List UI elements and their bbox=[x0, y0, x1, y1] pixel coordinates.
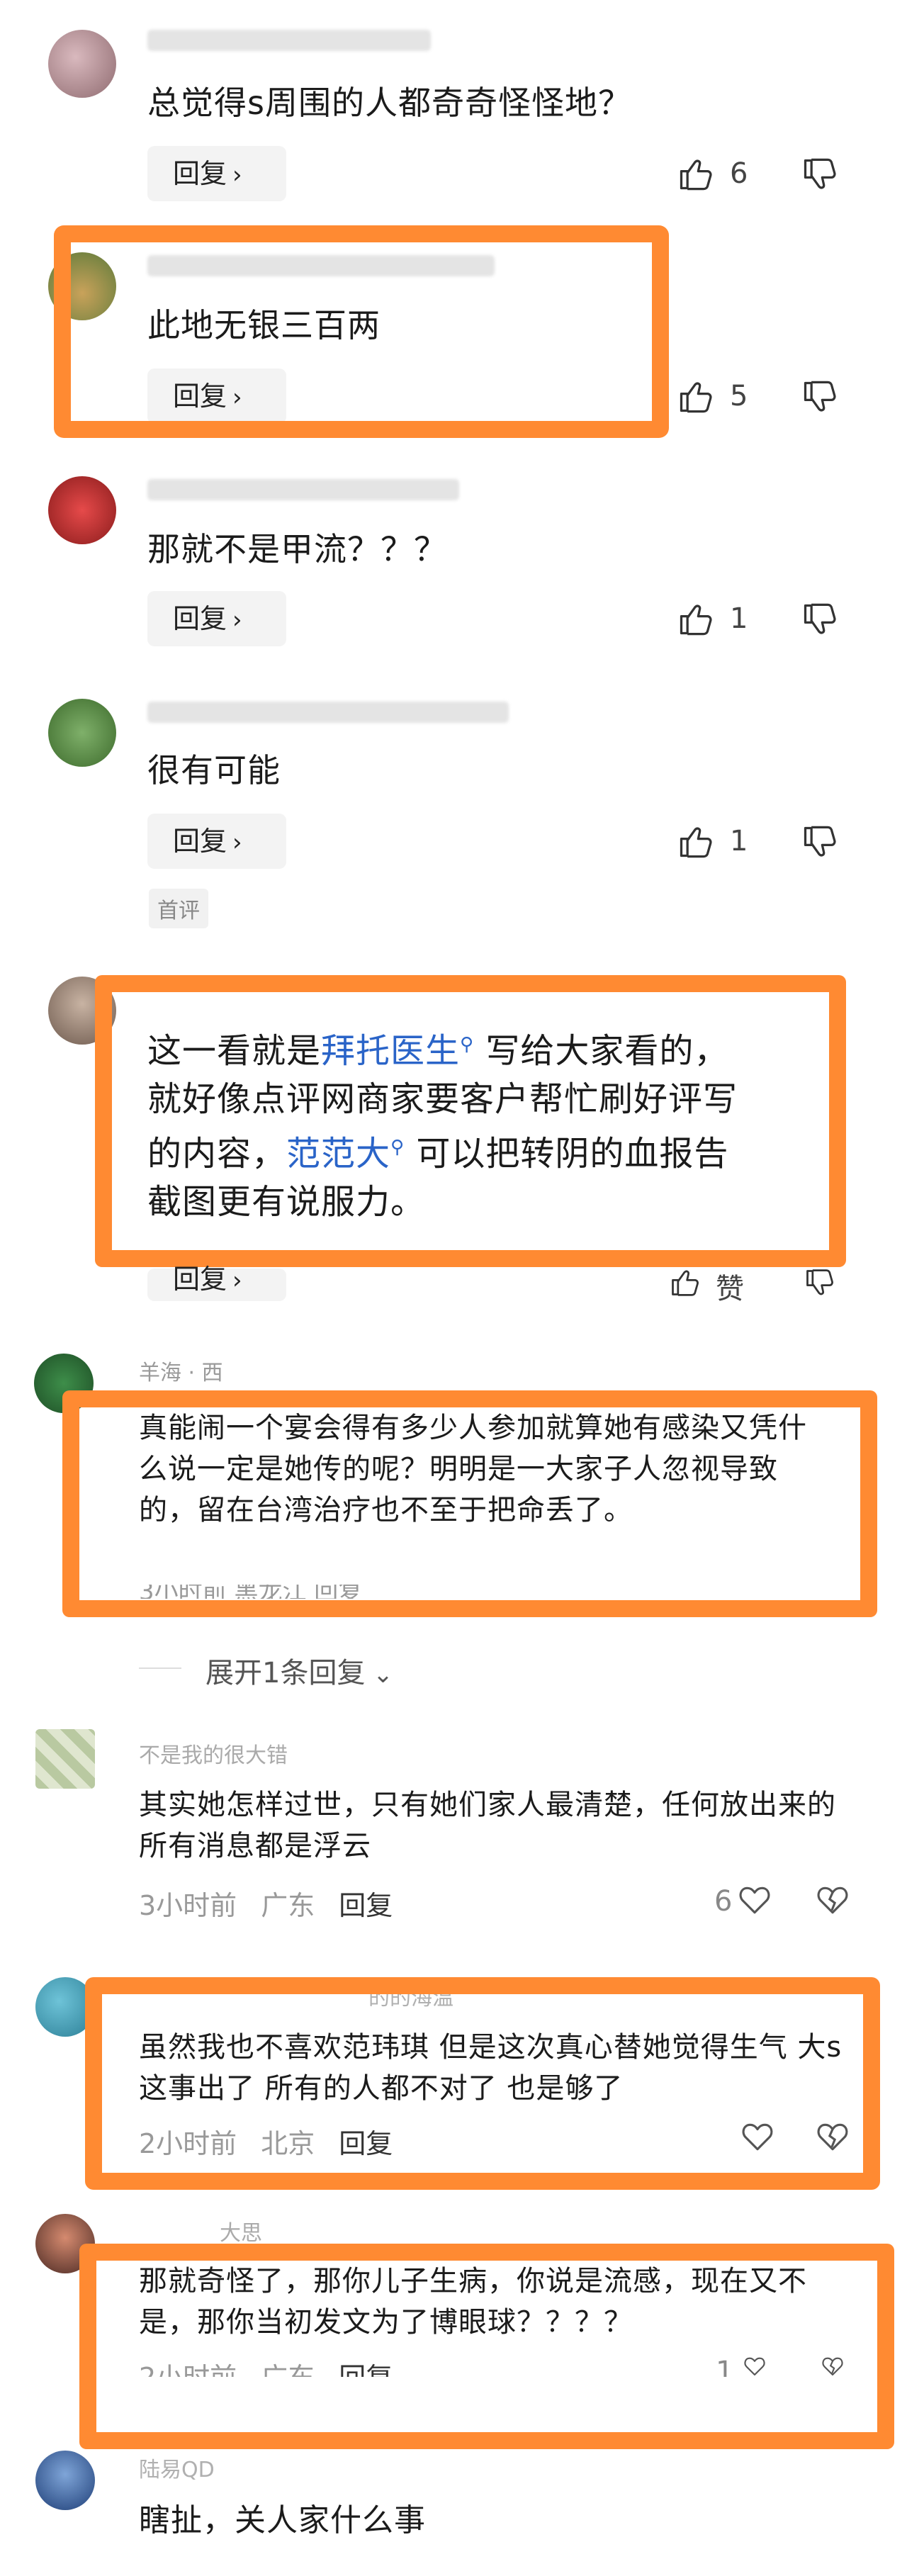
search-link[interactable]: 拜托医生⚲ bbox=[321, 1031, 474, 1071]
comment-text: 很有可能 bbox=[147, 751, 281, 789]
username[interactable]: 大思 bbox=[220, 2215, 262, 2246]
comment-text: 虽然我也不喜欢范玮琪 但是这次真心替她觉得生气 大s这事出了 所有的人都不对了 … bbox=[139, 2031, 843, 2105]
username[interactable]: 陆易QD bbox=[139, 2452, 215, 2483]
comment-meta-partial: 3小时前 黑龙江 回复 bbox=[139, 1585, 363, 1599]
thumbs-down-icon[interactable] bbox=[801, 156, 838, 193]
thumbs-up-icon[interactable] bbox=[666, 1267, 703, 1298]
heart-broken-icon[interactable] bbox=[815, 2119, 850, 2154]
avatar[interactable] bbox=[48, 30, 116, 98]
thumbs-up-icon[interactable] bbox=[677, 378, 714, 415]
reply-button[interactable]: 回复 › bbox=[147, 146, 286, 201]
heart-broken-icon[interactable] bbox=[815, 2354, 850, 2378]
like-count: 6 bbox=[714, 1885, 733, 1918]
chevron-right-icon: › bbox=[232, 606, 242, 634]
first-comment-badge: 首评 bbox=[149, 889, 208, 928]
avatar[interactable] bbox=[48, 476, 116, 544]
username-blurred bbox=[147, 702, 509, 723]
thumbs-down-icon[interactable] bbox=[801, 601, 838, 638]
like-count: 1 bbox=[716, 2356, 734, 2377]
reply-link[interactable]: 回复 bbox=[339, 2128, 393, 2159]
search-link[interactable]: 范范大⚲ bbox=[286, 1134, 405, 1174]
username[interactable]: 羊海 · 西 bbox=[139, 1355, 223, 1386]
comment-line: 这一看就是拜托医生⚲ 写给大家看的， bbox=[147, 1031, 729, 1071]
thumbs-down-icon[interactable] bbox=[801, 378, 838, 415]
search-icon: ⚲ bbox=[460, 1034, 475, 1055]
heart-broken-icon[interactable] bbox=[815, 1882, 850, 1918]
comment-text: 总觉得s周围的人都奇奇怪怪地？ bbox=[147, 84, 631, 122]
like-count: 1 bbox=[730, 602, 748, 635]
heart-icon[interactable] bbox=[740, 2119, 775, 2154]
like-count: 5 bbox=[730, 380, 748, 412]
username[interactable]: 不是我的很大错 bbox=[139, 1738, 288, 1769]
avatar[interactable] bbox=[35, 1729, 95, 1789]
reply-link[interactable]: 回复 bbox=[339, 2362, 393, 2377]
comment-text: 那就奇怪了，那你儿子生病，你说是流感，现在又不是，那你当初发文为了博眼球？？？？ bbox=[139, 2265, 807, 2339]
comment-meta: 3小时前 广东 回复 bbox=[139, 1890, 393, 1921]
comment-line: 截图更有说服力。 bbox=[147, 1182, 426, 1222]
chevron-right-icon: › bbox=[232, 828, 242, 857]
chevron-right-icon: › bbox=[232, 161, 242, 189]
like-count: 6 bbox=[730, 157, 748, 190]
comment-meta: 2小时前广东回复 bbox=[139, 2356, 393, 2377]
comment-text: 这一看就是拜托医生⚲ 写给大家看的， 就好像点评网商家要客户帮忙刷好评写 的内容… bbox=[147, 1020, 738, 1226]
reply-link[interactable]: 回复 bbox=[339, 1890, 393, 1921]
comment-text: 其实她怎样过世，只有她们家人最清楚，任何放出来的所有消息都是浮云 bbox=[139, 1789, 836, 1862]
reply-button[interactable]: 回复 › bbox=[147, 591, 286, 646]
comment-line: 的内容，范范大⚲ 可以把转阴的血报告 bbox=[147, 1134, 729, 1174]
reply-button[interactable]: 回复 › bbox=[147, 1266, 286, 1301]
comment-text: 瞎扯，关人家什么事 bbox=[139, 2502, 426, 2538]
like-label: 赞 bbox=[716, 1273, 744, 1305]
reply-button[interactable]: 回复 › bbox=[147, 814, 286, 869]
heart-icon[interactable] bbox=[737, 1882, 772, 1918]
heart-icon[interactable] bbox=[737, 2354, 772, 2378]
username-blurred bbox=[147, 30, 431, 51]
search-icon: ⚲ bbox=[390, 1137, 405, 1158]
thumbs-up-icon[interactable] bbox=[677, 823, 714, 860]
chevron-down-icon: ⌄ bbox=[365, 1660, 393, 1689]
username-blurred bbox=[147, 479, 459, 500]
thumbs-up-icon[interactable] bbox=[677, 601, 714, 638]
like-count: 1 bbox=[730, 825, 748, 857]
thumbs-down-icon[interactable] bbox=[801, 1267, 838, 1298]
chevron-right-icon: › bbox=[232, 1266, 242, 1295]
comment-text: 真能闹一个宴会得有多少人参加就算她有感染又凭什么说一定是她传的呢？明明是一大家子… bbox=[139, 1412, 807, 1526]
thumbs-up-icon[interactable] bbox=[677, 156, 714, 193]
divider-line bbox=[139, 1667, 181, 1669]
comment-meta: 2小时前 北京 回复 bbox=[139, 2128, 393, 2159]
thumbs-down-icon[interactable] bbox=[801, 823, 838, 860]
comment-text: 那就不是甲流？？？ bbox=[147, 530, 447, 568]
avatar[interactable] bbox=[48, 699, 116, 767]
expand-replies-button[interactable]: 展开1条回复 ⌄ bbox=[205, 1650, 393, 1691]
highlight-box bbox=[54, 225, 669, 438]
comment-line: 就好像点评网商家要客户帮忙刷好评写 bbox=[147, 1079, 738, 1119]
avatar[interactable] bbox=[35, 2451, 95, 2510]
